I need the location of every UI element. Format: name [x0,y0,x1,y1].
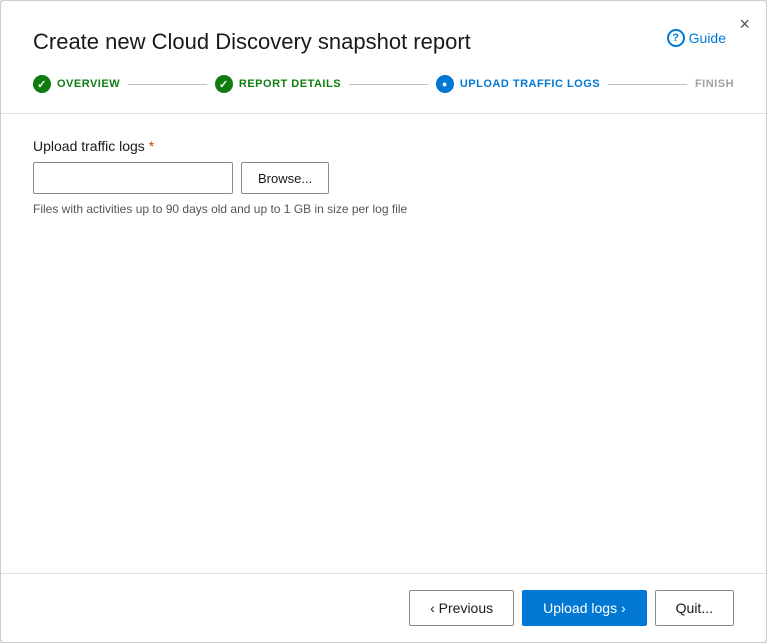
previous-button[interactable]: ‹ Previous [409,590,514,626]
dialog-footer: ‹ Previous Upload logs › Quit... [1,573,766,642]
upload-logs-button[interactable]: Upload logs › [522,590,647,626]
dialog: × ? Guide Create new Cloud Discovery sna… [0,0,767,643]
file-text-input[interactable] [33,162,233,194]
connector-2 [349,84,428,85]
guide-label: Guide [689,30,726,46]
file-hint: Files with activities up to 90 days old … [33,202,734,216]
step-overview: ✓ OVERVIEW [33,75,120,93]
step-label-finish: FINISH [695,78,734,90]
step-icon-report-details: ✓ [215,75,233,93]
browse-button[interactable]: Browse... [241,162,329,194]
field-label-text: Upload traffic logs [33,138,145,154]
step-label-overview: OVERVIEW [57,78,120,90]
step-label-upload-traffic-logs: UPLOAD TRAFFIC LOGS [460,78,600,90]
quit-button[interactable]: Quit... [655,590,734,626]
guide-icon: ? [667,29,685,47]
connector-3 [608,84,687,85]
step-finish: FINISH [695,78,734,90]
dialog-title: Create new Cloud Discovery snapshot repo… [1,1,766,75]
stepper: ✓ OVERVIEW ✓ REPORT DETAILS ● UPLOAD TRA… [1,75,766,113]
required-marker: * [145,138,154,154]
step-label-report-details: REPORT DETAILS [239,78,341,90]
step-icon-overview: ✓ [33,75,51,93]
guide-link[interactable]: ? Guide [667,29,726,47]
close-button[interactable]: × [739,15,750,33]
connector-1 [128,84,207,85]
step-upload-traffic-logs: ● UPLOAD TRAFFIC LOGS [436,75,600,93]
field-label: Upload traffic logs * [33,138,734,154]
dialog-content: Upload traffic logs * Browse... Files wi… [1,114,766,573]
step-report-details: ✓ REPORT DETAILS [215,75,341,93]
step-icon-upload-traffic-logs: ● [436,75,454,93]
file-input-row: Browse... [33,162,734,194]
